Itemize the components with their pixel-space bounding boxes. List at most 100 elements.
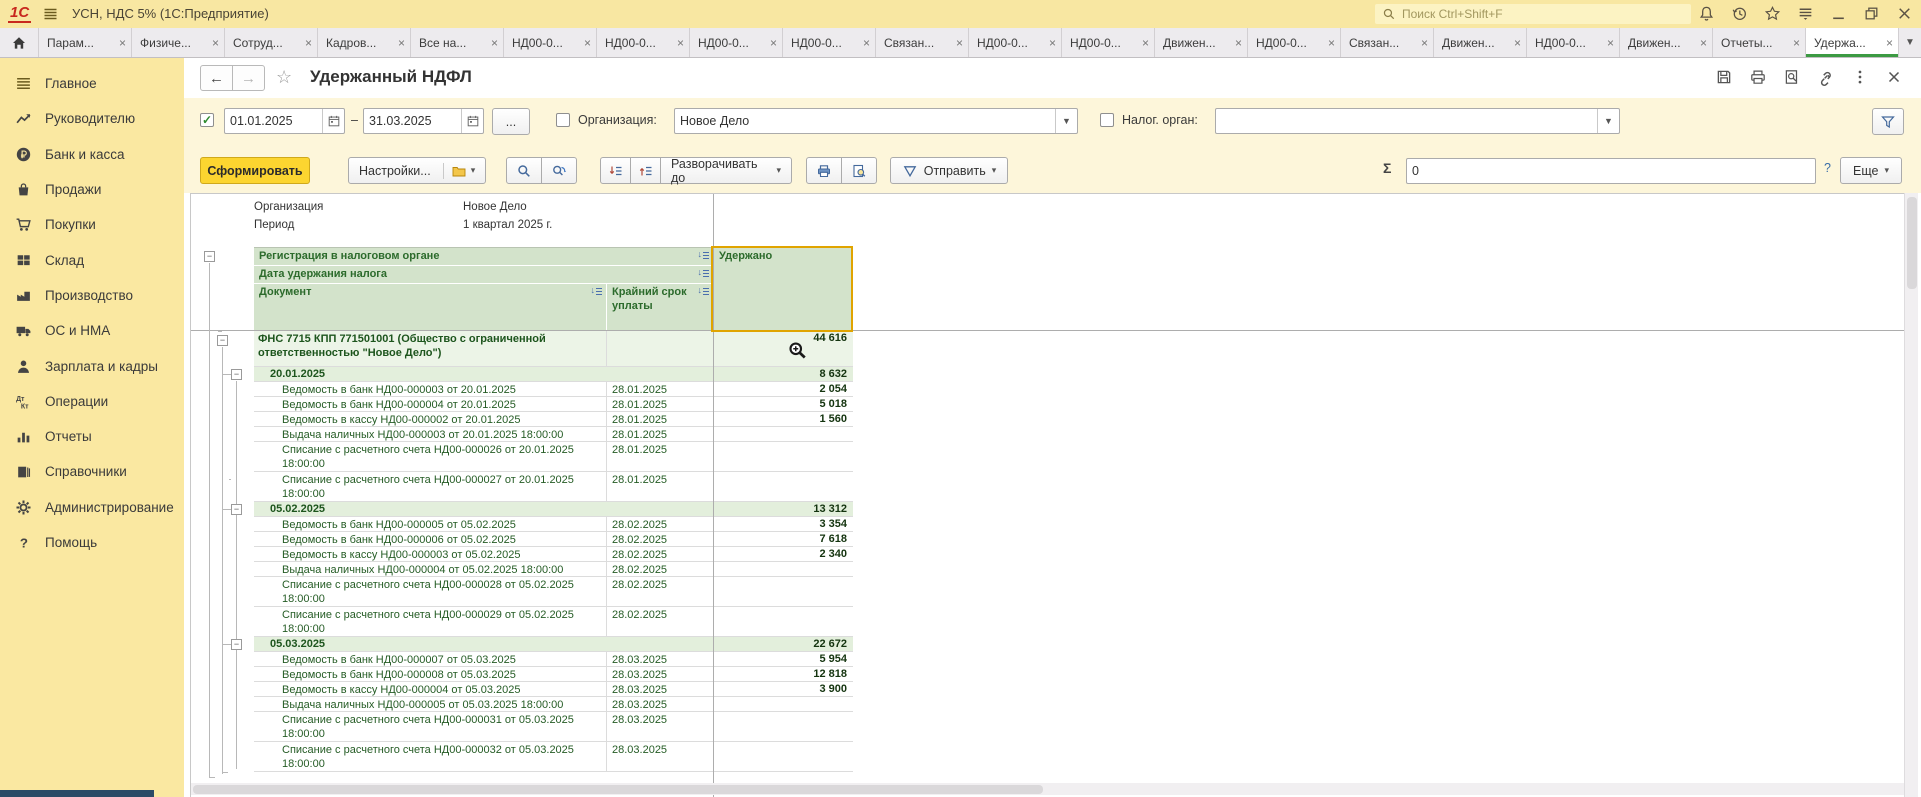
- tab-11[interactable]: НД00-0...×: [969, 28, 1062, 57]
- document-row[interactable]: Ведомость в банк НД00-000008 от 05.03.20…: [254, 667, 853, 682]
- document-row[interactable]: Списание с расчетного счета НД00-000032 …: [254, 742, 853, 772]
- autosum-input[interactable]: [1406, 158, 1816, 184]
- deadline-cell[interactable]: 28.01.2025: [607, 442, 713, 471]
- generate-button[interactable]: Сформировать: [200, 157, 310, 184]
- document-row[interactable]: Списание с расчетного счета НД00-000028 …: [254, 577, 853, 607]
- print-button[interactable]: [806, 157, 842, 184]
- date-group-row[interactable]: 05.02.202513 312: [254, 502, 853, 517]
- close-icon[interactable]: [1896, 5, 1913, 22]
- tab-close-icon[interactable]: ×: [1793, 36, 1800, 50]
- find-button[interactable]: [506, 157, 542, 184]
- document-row[interactable]: Выдача наличных НД00-000004 от 05.02.202…: [254, 562, 853, 577]
- document-cell[interactable]: Выдача наличных НД00-000003 от 20.01.202…: [254, 427, 607, 441]
- amount-cell[interactable]: 5 018: [713, 397, 853, 411]
- document-cell[interactable]: Выдача наличных НД00-000005 от 05.03.202…: [254, 697, 607, 711]
- history-icon[interactable]: [1731, 5, 1748, 22]
- document-cell[interactable]: Ведомость в банк НД00-000006 от 05.02.20…: [254, 532, 607, 546]
- amount-cell[interactable]: 3 900: [713, 682, 853, 696]
- deadline-cell[interactable]: 28.03.2025: [607, 652, 713, 666]
- column-header-deadline[interactable]: Крайний срок уплаты ↓: [607, 284, 713, 331]
- tab-close-icon[interactable]: ×: [956, 36, 963, 50]
- tab-9[interactable]: НД00-0...×: [783, 28, 876, 57]
- tab-close-icon[interactable]: ×: [1886, 36, 1893, 50]
- date-from-input[interactable]: [225, 109, 322, 133]
- deadline-cell[interactable]: 28.01.2025: [607, 427, 713, 441]
- document-cell[interactable]: Ведомость в кассу НД00-000004 от 05.03.2…: [254, 682, 607, 696]
- date-group-label[interactable]: 20.01.2025: [254, 367, 713, 381]
- collapse-group-button[interactable]: −: [231, 504, 242, 515]
- document-row[interactable]: Списание с расчетного счета НД00-000029 …: [254, 607, 853, 637]
- tab-close-icon[interactable]: ×: [212, 36, 219, 50]
- service-menu-icon[interactable]: [1797, 5, 1814, 22]
- deadline-cell[interactable]: 28.03.2025: [607, 682, 713, 696]
- restore-icon[interactable]: [1863, 5, 1880, 22]
- organization-input[interactable]: [675, 109, 1055, 133]
- amount-cell[interactable]: [713, 742, 853, 771]
- more-button[interactable]: Еще▾: [1840, 157, 1902, 184]
- org-group-name[interactable]: ФНС 7715 КПП 771501001 (Общество с огран…: [254, 331, 607, 366]
- sidebar-item-зарплата-и-кадры[interactable]: Зарплата и кадры: [0, 348, 184, 383]
- more-dots-icon[interactable]: [1851, 68, 1869, 86]
- vertical-scrollbar-thumb[interactable]: [1907, 197, 1917, 289]
- close-x-icon[interactable]: [1885, 68, 1903, 86]
- chevron-down-icon[interactable]: ▼: [1597, 109, 1619, 133]
- document-row[interactable]: Ведомость в кассу НД00-000004 от 05.03.2…: [254, 682, 853, 697]
- document-row[interactable]: Списание с расчетного счета НД00-000026 …: [254, 442, 853, 472]
- tab-12[interactable]: НД00-0...×: [1062, 28, 1155, 57]
- deadline-cell[interactable]: 28.02.2025: [607, 517, 713, 531]
- document-cell[interactable]: Списание с расчетного счета НД00-000031 …: [254, 712, 607, 741]
- save-icon[interactable]: [1715, 68, 1733, 86]
- date-group-label[interactable]: 05.03.2025: [254, 637, 713, 651]
- tab-close-icon[interactable]: ×: [1700, 36, 1707, 50]
- tab-close-icon[interactable]: ×: [1235, 36, 1242, 50]
- sidebar-item-продажи[interactable]: Продажи: [0, 172, 184, 207]
- tab-overflow-button[interactable]: ▼: [1899, 28, 1921, 57]
- sort-icon[interactable]: ↓: [698, 268, 710, 277]
- deadline-cell[interactable]: 28.01.2025: [607, 382, 713, 396]
- help-link[interactable]: ?: [1824, 161, 1831, 175]
- period-more-button[interactable]: ...: [492, 108, 530, 135]
- tab-15[interactable]: Связан...×: [1341, 28, 1434, 57]
- calendar-icon[interactable]: [322, 109, 344, 133]
- send-button[interactable]: Отправить▾: [890, 157, 1008, 184]
- horizontal-scrollbar[interactable]: [191, 783, 1904, 795]
- collapse-group-button[interactable]: −: [231, 369, 242, 380]
- sidebar-item-склад[interactable]: Склад: [0, 242, 184, 277]
- document-row[interactable]: Выдача наличных НД00-000005 от 05.03.202…: [254, 697, 853, 712]
- collapse-groups-button[interactable]: [600, 157, 631, 184]
- document-cell[interactable]: Ведомость в банк НД00-000007 от 05.03.20…: [254, 652, 607, 666]
- find-next-button[interactable]: [541, 157, 577, 184]
- amount-cell[interactable]: [713, 712, 853, 741]
- tab-14[interactable]: НД00-0...×: [1248, 28, 1341, 57]
- tab-close-icon[interactable]: ×: [1514, 36, 1521, 50]
- vertical-scrollbar[interactable]: [1904, 193, 1918, 797]
- tab-4[interactable]: Кадров...×: [318, 28, 411, 57]
- amount-cell[interactable]: [713, 562, 853, 576]
- sidebar-item-ос-и-нма[interactable]: ОС и НМА: [0, 313, 184, 348]
- document-row[interactable]: Списание с расчетного счета НД00-000031 …: [254, 712, 853, 742]
- tab-3[interactable]: Сотруд...×: [225, 28, 318, 57]
- document-cell[interactable]: Ведомость в банк НД00-000008 от 05.03.20…: [254, 667, 607, 681]
- main-menu-icon[interactable]: [42, 6, 59, 22]
- sidebar-item-администрирование[interactable]: Администрирование: [0, 490, 184, 525]
- document-row[interactable]: Списание с расчетного счета НД00-000027 …: [254, 472, 853, 502]
- period-checkbox[interactable]: ✓: [200, 113, 214, 127]
- tax-authority-checkbox[interactable]: [1100, 113, 1114, 127]
- collapse-group-button[interactable]: −: [204, 251, 215, 262]
- tab-7[interactable]: НД00-0...×: [597, 28, 690, 57]
- deadline-cell[interactable]: 28.01.2025: [607, 397, 713, 411]
- document-cell[interactable]: Ведомость в банк НД00-000005 от 05.02.20…: [254, 517, 607, 531]
- favorite-star-icon[interactable]: ☆: [276, 67, 292, 87]
- sidebar-item-помощь[interactable]: ?Помощь: [0, 525, 184, 560]
- tab-5[interactable]: Все на...×: [411, 28, 504, 57]
- date-group-row[interactable]: 05.03.202522 672: [254, 637, 853, 652]
- date-group-total[interactable]: 8 632: [713, 367, 853, 381]
- deadline-cell[interactable]: 28.02.2025: [607, 562, 713, 576]
- date-group-total[interactable]: 22 672: [713, 637, 853, 651]
- amount-cell[interactable]: [713, 607, 853, 636]
- notification-bell-icon[interactable]: [1698, 5, 1715, 22]
- tab-16[interactable]: Движен...×: [1434, 28, 1527, 57]
- date-from-field[interactable]: [224, 108, 345, 134]
- tab-8[interactable]: НД00-0...×: [690, 28, 783, 57]
- collapse-group-button[interactable]: −: [231, 639, 242, 650]
